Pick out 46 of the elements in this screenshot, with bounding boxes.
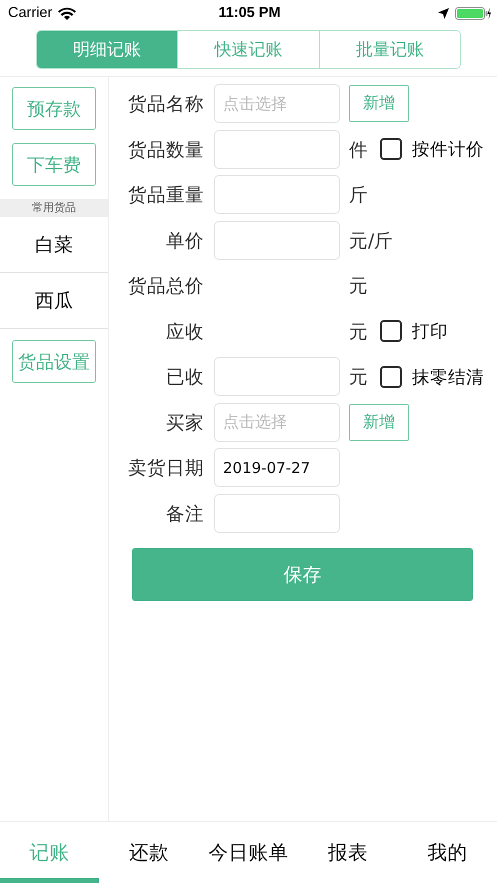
input-field[interactable] bbox=[214, 220, 340, 260]
clock-time: 11:05 PM bbox=[218, 5, 281, 21]
field-label: 货品总价 bbox=[127, 275, 204, 298]
sidebar-item[interactable]: 白菜 bbox=[0, 217, 108, 273]
save-button[interactable]: 保存 bbox=[132, 548, 473, 601]
add-button[interactable]: 新增 bbox=[349, 404, 409, 441]
field-label: 已收 bbox=[165, 366, 204, 390]
sidebar-button[interactable]: 预存款 bbox=[12, 87, 96, 130]
unit-label: 元 bbox=[349, 366, 368, 390]
input-field[interactable] bbox=[214, 175, 340, 214]
sidebar-button[interactable]: 下车费 bbox=[12, 143, 96, 186]
field-label: 卖货日期 bbox=[127, 457, 204, 480]
wifi-icon bbox=[58, 6, 76, 20]
section-header: 常用货品 bbox=[0, 199, 108, 217]
unit-label: 件 bbox=[349, 138, 368, 162]
field-label: 买家 bbox=[165, 412, 204, 435]
checkbox-label: 打印 bbox=[412, 321, 448, 344]
add-button[interactable]: 新增 bbox=[349, 85, 409, 122]
checkbox-label: 按件计价 bbox=[412, 139, 484, 162]
input-field[interactable] bbox=[214, 130, 340, 169]
unit-label: 元 bbox=[349, 320, 368, 344]
field-label: 单价 bbox=[165, 230, 204, 253]
segment-tab[interactable]: 明细记账 bbox=[37, 31, 178, 68]
segment-tab[interactable]: 批量记账 bbox=[318, 31, 460, 68]
input-field[interactable]: 点击选择 bbox=[214, 402, 340, 442]
location-icon bbox=[438, 8, 449, 18]
sidebar-button[interactable]: 货品设置 bbox=[12, 340, 96, 383]
checkbox[interactable] bbox=[380, 366, 402, 388]
field-label: 货品数量 bbox=[127, 138, 204, 162]
unit-label: 元 bbox=[349, 275, 368, 298]
field-label: 货品重量 bbox=[127, 184, 204, 208]
input-field[interactable] bbox=[214, 494, 340, 533]
input-field[interactable] bbox=[214, 357, 340, 396]
checkbox-label: 抹零结清 bbox=[412, 366, 484, 389]
sidebar-item[interactable]: 西瓜 bbox=[0, 273, 108, 329]
field-label: 备注 bbox=[165, 502, 204, 526]
unit-label: 元/斤 bbox=[349, 230, 394, 253]
field-label: 货品名称 bbox=[127, 93, 204, 116]
field-label: 应收 bbox=[165, 320, 204, 344]
input-field[interactable]: 2019-07-27 bbox=[214, 448, 340, 488]
checkbox[interactable] bbox=[380, 320, 402, 342]
checkbox[interactable] bbox=[380, 138, 402, 160]
input-field[interactable]: 点击选择 bbox=[214, 84, 340, 124]
unit-label: 斤 bbox=[349, 184, 368, 208]
carrier-label: Carrier bbox=[8, 5, 52, 21]
battery-icon bbox=[454, 6, 491, 20]
